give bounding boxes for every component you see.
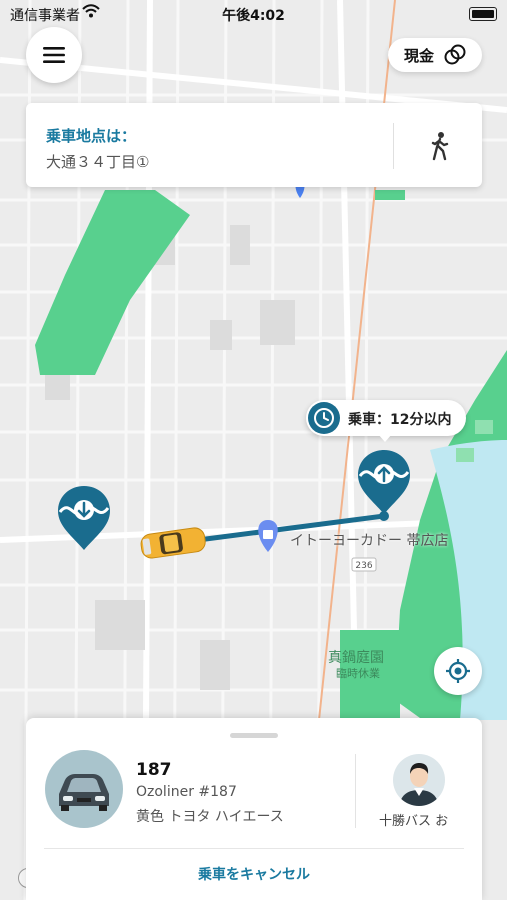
clock-icon: [308, 402, 340, 434]
divider: [355, 754, 356, 828]
vehicle-number: 187: [136, 760, 172, 780]
vehicle-name: Ozoliner #187: [136, 784, 237, 800]
cancel-ride-button[interactable]: 乗車をキャンセル: [26, 864, 482, 884]
walking-person-icon[interactable]: [426, 131, 454, 161]
clock-time: 午後4:02: [222, 8, 285, 24]
dropoff-marker-icon[interactable]: [56, 484, 112, 552]
menu-button[interactable]: [26, 27, 82, 83]
store-label[interactable]: イトーヨーカドー 帯広店: [290, 530, 448, 550]
pickup-marker-icon[interactable]: [356, 448, 412, 516]
taxi-vehicle-icon: [140, 527, 206, 559]
driver-avatar[interactable]: [393, 754, 445, 806]
ride-details-sheet: 187 Ozoliner #187 黄色 トヨタ ハイエース 十勝バス お 乗車…: [26, 718, 482, 900]
eta-text: 乗車：12分以内: [348, 412, 452, 428]
payment-label: 現金: [403, 46, 434, 65]
coins-icon: [444, 44, 466, 65]
vehicle-image: [45, 750, 123, 828]
eta-bubble: 乗車：12分以内: [306, 400, 466, 442]
divider: [393, 123, 394, 169]
battery-icon: [469, 7, 497, 21]
route-badge: 236: [355, 561, 372, 571]
status-bar: 通信事業者 午後4:02: [0, 0, 507, 28]
vehicle-description: 黄色 トヨタ ハイエース: [136, 809, 284, 825]
garden-status-label: 臨時休業: [336, 667, 380, 680]
garden-label[interactable]: 真鍋庭園: [328, 647, 384, 667]
hamburger-icon: [43, 47, 65, 63]
pickup-title: 乗車地点は：: [46, 127, 137, 145]
crosshair-icon: [446, 659, 470, 683]
sheet-handle[interactable]: [230, 733, 278, 738]
locate-me-button[interactable]: [434, 647, 482, 695]
payment-method-button[interactable]: 現金: [388, 38, 482, 72]
divider: [44, 848, 464, 849]
pickup-location-card[interactable]: 乗車地点は： 大通３４丁目①: [26, 103, 482, 187]
operator-name: 十勝バス お: [379, 814, 449, 829]
pickup-address[interactable]: 大通３４丁目①: [46, 151, 149, 172]
